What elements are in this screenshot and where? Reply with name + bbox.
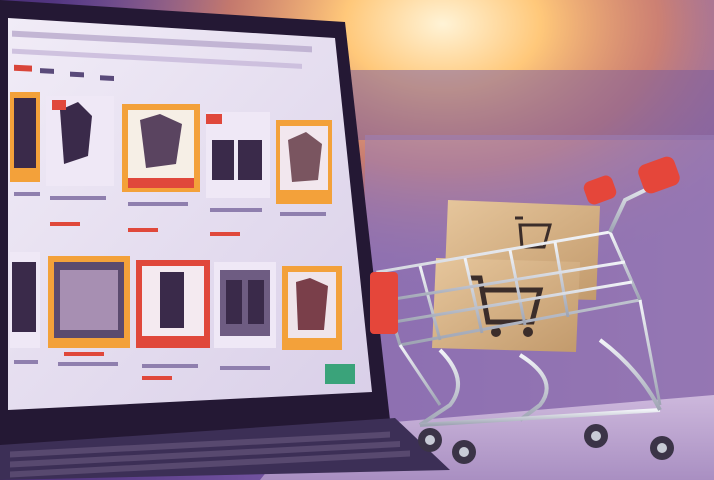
product-card[interactable] bbox=[282, 266, 342, 350]
product-card[interactable] bbox=[46, 96, 114, 186]
product-row-2 bbox=[10, 252, 342, 350]
chat-widget-button[interactable] bbox=[325, 364, 355, 384]
scene-illustration bbox=[0, 0, 714, 480]
product-card[interactable] bbox=[10, 252, 40, 348]
window-sill bbox=[340, 70, 714, 140]
product-card[interactable] bbox=[276, 120, 332, 204]
product-card[interactable] bbox=[214, 262, 276, 348]
product-card[interactable] bbox=[48, 256, 130, 348]
product-card[interactable] bbox=[10, 92, 40, 182]
photo bbox=[0, 0, 714, 480]
product-card[interactable] bbox=[206, 112, 270, 198]
product-card[interactable] bbox=[136, 260, 210, 348]
product-card[interactable] bbox=[122, 104, 200, 192]
cart-front-bumper bbox=[370, 272, 398, 334]
